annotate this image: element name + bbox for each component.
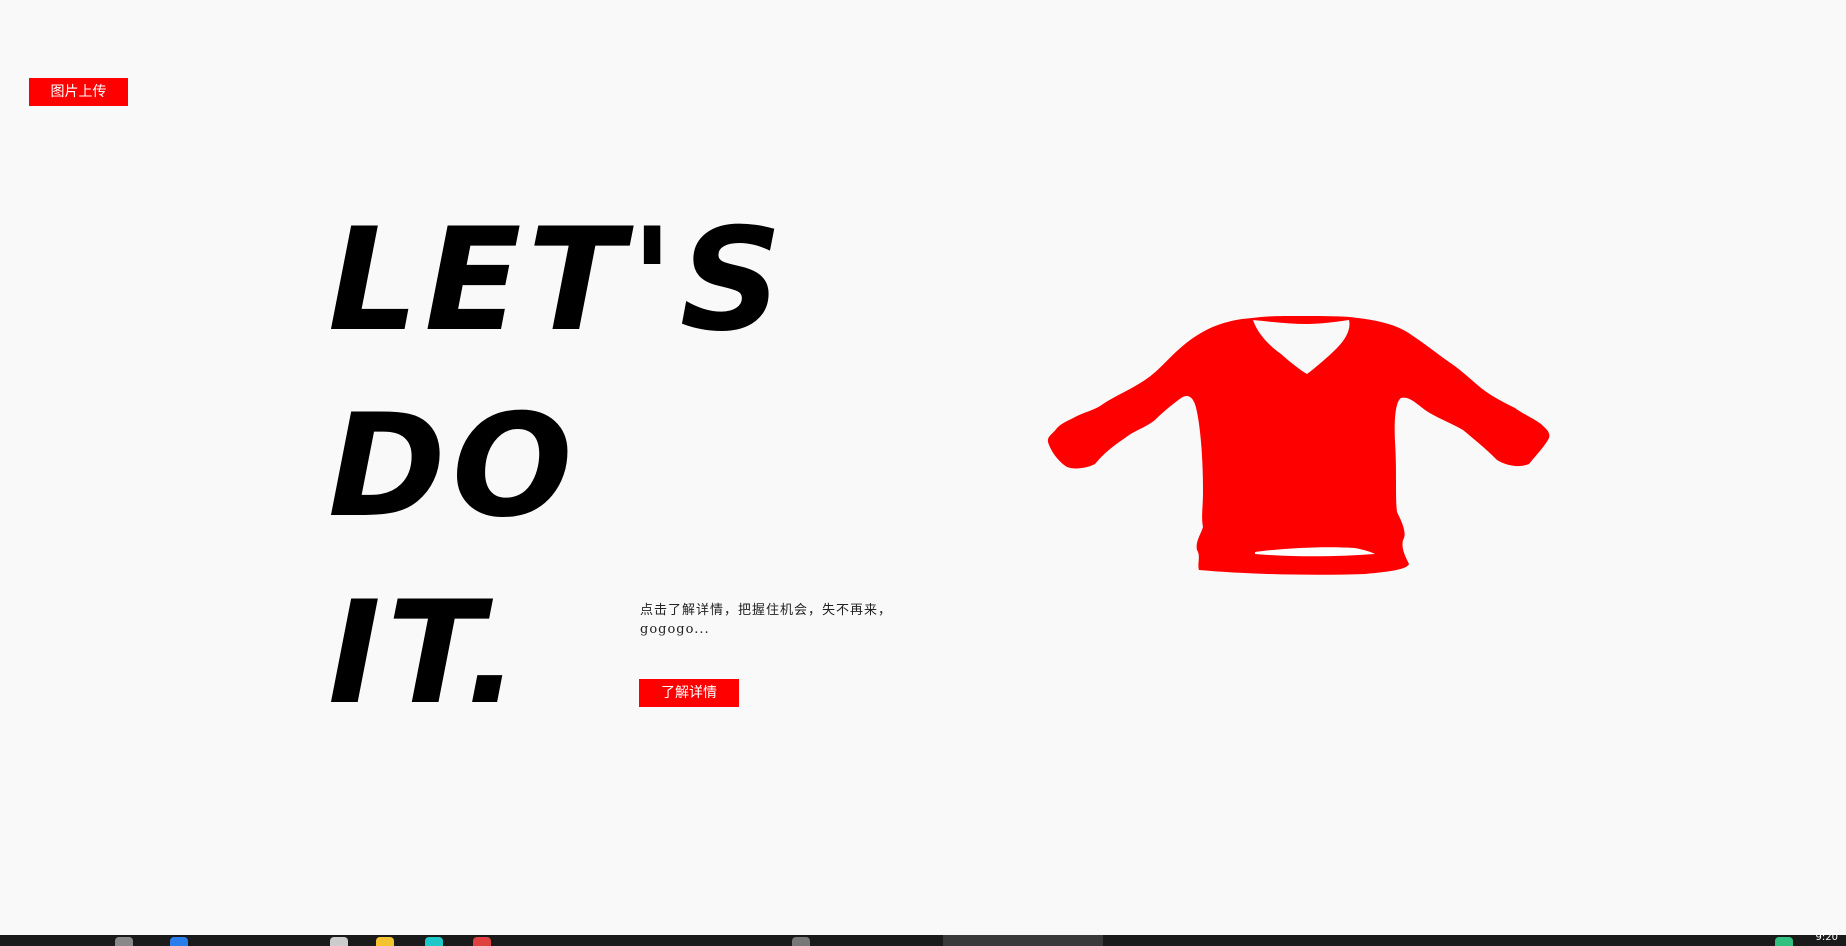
page: 图片上传 LET'S DO IT. 点击了解详情，把握住机会，失不再来，gogo… (0, 0, 1846, 946)
tray-app-icon[interactable] (1775, 937, 1793, 946)
red-sweater-image (1047, 316, 1550, 575)
headline-line-1: LET'S (328, 198, 789, 363)
taskbar: 9:20 (0, 932, 1846, 946)
app-cyan-icon[interactable] (425, 937, 443, 946)
folder-icon[interactable] (376, 937, 394, 946)
upload-image-button[interactable]: 图片上传 (29, 78, 128, 106)
app-window-icon[interactable] (792, 937, 810, 946)
headline-line-3: IT. (328, 571, 526, 736)
file-explorer-icon[interactable] (115, 937, 133, 946)
browser-icon[interactable] (170, 937, 188, 946)
learn-details-button[interactable]: 了解详情 (639, 679, 739, 707)
hero-description: 点击了解详情，把握住机会，失不再来，gogogo... (640, 603, 893, 637)
active-taskbar-item[interactable] (943, 935, 1103, 946)
headline-line-2: DO (328, 384, 579, 549)
taskbar-clock[interactable]: 9:20 (1816, 932, 1838, 943)
app-red-icon[interactable] (473, 937, 491, 946)
chrome-icon[interactable] (330, 937, 348, 946)
